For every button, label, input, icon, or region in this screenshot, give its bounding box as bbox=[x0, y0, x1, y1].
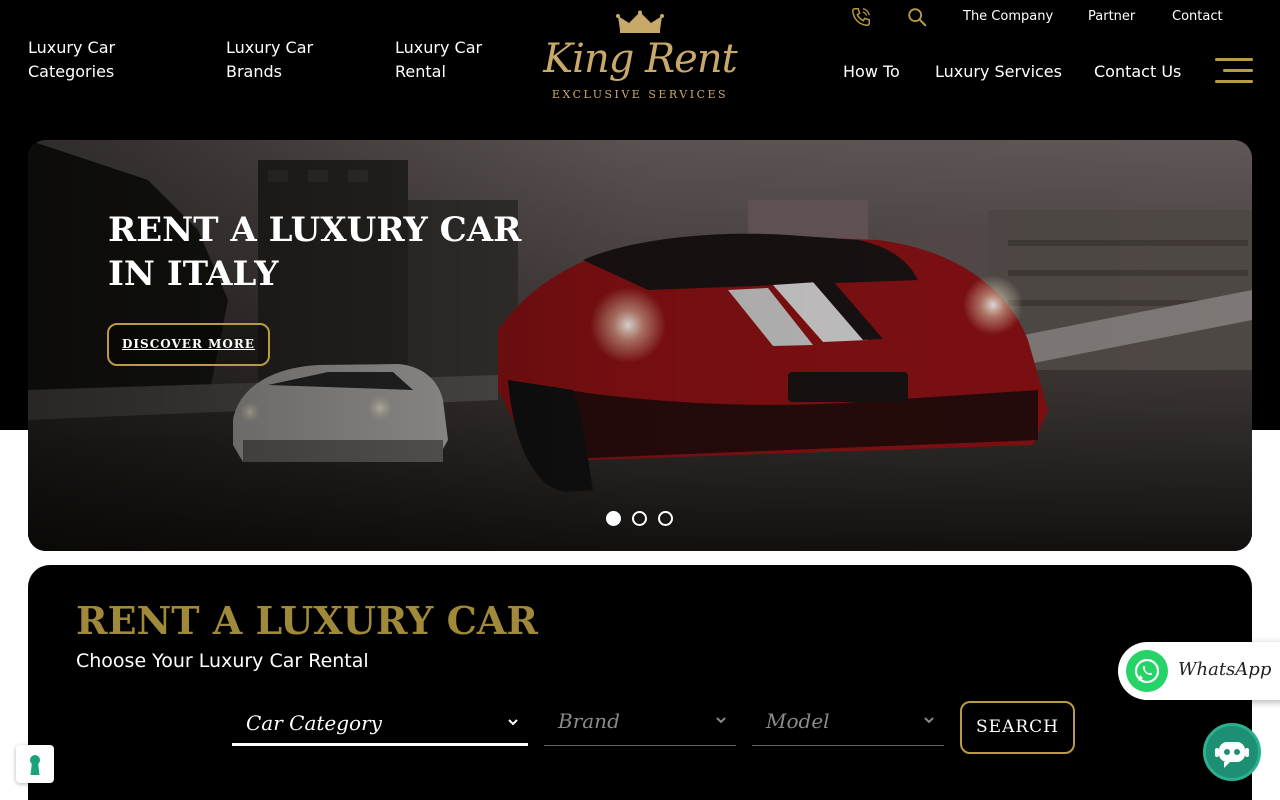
nav-luxury-services[interactable]: Luxury Services bbox=[935, 60, 1062, 84]
logo-tagline: EXCLUSIVE SERVICES bbox=[551, 88, 729, 101]
whatsapp-icon bbox=[1126, 650, 1168, 692]
brand-select[interactable]: Brand bbox=[544, 703, 736, 746]
chevron-down-icon bbox=[716, 717, 726, 724]
slider-pagination bbox=[606, 511, 676, 527]
hero-slider: RENT A LUXURY CAR IN ITALY DISCOVER MORE bbox=[28, 140, 1252, 551]
search-subtitle: Choose Your Luxury Car Rental bbox=[76, 650, 369, 672]
nav-label-line2: Brands bbox=[226, 62, 282, 81]
logo-wordmark: King Rent bbox=[543, 36, 737, 82]
whatsapp-button[interactable]: WhatsApp bbox=[1118, 642, 1280, 700]
slide-dot-3[interactable] bbox=[658, 511, 673, 526]
hero-title-line1: RENT A LUXURY CAR bbox=[108, 210, 522, 250]
slide-dot-1[interactable] bbox=[606, 511, 621, 526]
brand-label: Brand bbox=[558, 709, 620, 733]
crown-icon bbox=[616, 10, 664, 33]
whatsapp-label: WhatsApp bbox=[1178, 659, 1272, 680]
link-contact[interactable]: Contact bbox=[1172, 9, 1223, 25]
search-title: RENT A LUXURY CAR bbox=[76, 598, 538, 643]
hamburger-menu-icon[interactable] bbox=[1215, 58, 1253, 84]
nav-label-line1: Luxury Car bbox=[28, 38, 116, 57]
model-label: Model bbox=[766, 709, 830, 733]
nav-luxury-car-brands[interactable]: Luxury Car Brands bbox=[226, 36, 356, 84]
discover-more-button[interactable]: DISCOVER MORE bbox=[107, 323, 270, 366]
search-button[interactable]: SEARCH bbox=[960, 701, 1075, 754]
chevron-down-icon bbox=[508, 719, 518, 726]
nav-label-line2: Rental bbox=[395, 62, 446, 81]
hero-title: RENT A LUXURY CAR IN ITALY bbox=[108, 208, 628, 296]
nav-luxury-car-categories[interactable]: Luxury Car Categories bbox=[28, 36, 158, 84]
search-icon[interactable] bbox=[906, 6, 928, 28]
phone-icon[interactable] bbox=[850, 6, 872, 28]
car-category-select[interactable]: Car Category bbox=[232, 703, 528, 746]
model-select[interactable]: Model bbox=[752, 703, 944, 746]
car-category-label: Car Category bbox=[246, 711, 382, 735]
nav-label-line1: Luxury Car bbox=[226, 38, 314, 57]
nav-how-to[interactable]: How To bbox=[843, 60, 900, 84]
nav-label-line1: Luxury Car bbox=[395, 38, 483, 57]
search-panel: RENT A LUXURY CAR Choose Your Luxury Car… bbox=[28, 565, 1252, 800]
keyhole-icon[interactable] bbox=[16, 745, 54, 783]
link-the-company[interactable]: The Company bbox=[963, 9, 1053, 25]
nav-label-line2: Categories bbox=[28, 62, 115, 81]
hero-title-line2: IN ITALY bbox=[108, 254, 279, 294]
link-partner[interactable]: Partner bbox=[1088, 9, 1135, 25]
nav-contact-us[interactable]: Contact Us bbox=[1094, 60, 1181, 84]
slide-dot-2[interactable] bbox=[632, 511, 647, 526]
chevron-down-icon bbox=[924, 717, 934, 724]
nav-luxury-car-rental[interactable]: Luxury Car Rental bbox=[395, 36, 525, 84]
chatbot-icon[interactable] bbox=[1203, 723, 1261, 781]
logo[interactable]: King Rent EXCLUSIVE SERVICES bbox=[540, 8, 740, 108]
